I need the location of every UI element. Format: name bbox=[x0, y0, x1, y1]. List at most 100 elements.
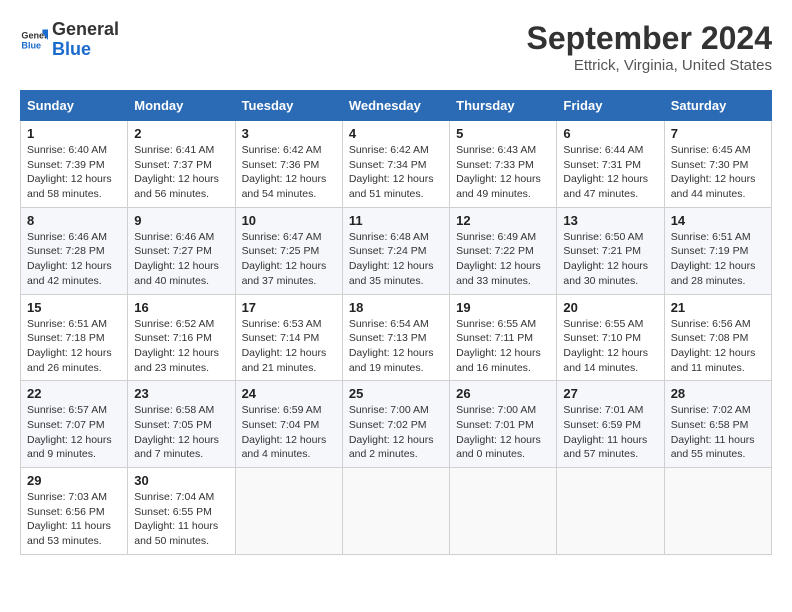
cell-day-number: 9 bbox=[134, 213, 228, 228]
page-subtitle: Ettrick, Virginia, United States bbox=[527, 57, 772, 74]
calendar-cell: 21 Sunrise: 6:56 AM Sunset: 7:08 PM Dayli… bbox=[664, 294, 771, 381]
cell-sun-info: Sunrise: 6:56 AM Sunset: 7:08 PM Dayligh… bbox=[671, 317, 765, 376]
cell-day-number: 30 bbox=[134, 473, 228, 488]
cell-day-number: 15 bbox=[27, 300, 121, 315]
cell-sun-info: Sunrise: 6:48 AM Sunset: 7:24 PM Dayligh… bbox=[349, 230, 443, 289]
calendar-cell: 22 Sunrise: 6:57 AM Sunset: 7:07 PM Dayli… bbox=[21, 381, 128, 468]
col-header-sunday: Sunday bbox=[21, 91, 128, 121]
cell-day-number: 3 bbox=[242, 126, 336, 141]
calendar-week-row: 29 Sunrise: 7:03 AM Sunset: 6:56 PM Dayli… bbox=[21, 468, 772, 555]
calendar-cell: 24Sunrise: 6:59 AM Sunset: 7:04 PM Dayli… bbox=[235, 381, 342, 468]
cell-sun-info: Sunrise: 6:52 AM Sunset: 7:16 PM Dayligh… bbox=[134, 317, 228, 376]
cell-sun-info: Sunrise: 7:00 AM Sunset: 7:02 PM Dayligh… bbox=[349, 403, 443, 462]
cell-day-number: 28 bbox=[671, 386, 765, 401]
calendar-cell: 29 Sunrise: 7:03 AM Sunset: 6:56 PM Dayli… bbox=[21, 468, 128, 555]
cell-sun-info: Sunrise: 6:45 AM Sunset: 7:30 PM Dayligh… bbox=[671, 143, 765, 202]
cell-sun-info: Sunrise: 6:42 AM Sunset: 7:34 PM Dayligh… bbox=[349, 143, 443, 202]
cell-sun-info: Sunrise: 7:01 AM Sunset: 6:59 PM Dayligh… bbox=[563, 403, 657, 462]
cell-sun-info: Sunrise: 6:53 AM Sunset: 7:14 PM Dayligh… bbox=[242, 317, 336, 376]
cell-sun-info: Sunrise: 6:57 AM Sunset: 7:07 PM Dayligh… bbox=[27, 403, 121, 462]
calendar-week-row: 8 Sunrise: 6:46 AM Sunset: 7:28 PM Daylig… bbox=[21, 207, 772, 294]
calendar-cell: 27 Sunrise: 7:01 AM Sunset: 6:59 PM Dayli… bbox=[557, 381, 664, 468]
cell-sun-info: Sunrise: 6:50 AM Sunset: 7:21 PM Dayligh… bbox=[563, 230, 657, 289]
calendar-cell bbox=[557, 468, 664, 555]
cell-sun-info: Sunrise: 6:54 AM Sunset: 7:13 PM Dayligh… bbox=[349, 317, 443, 376]
cell-day-number: 14 bbox=[671, 213, 765, 228]
calendar-cell: 12Sunrise: 6:49 AM Sunset: 7:22 PM Dayli… bbox=[450, 207, 557, 294]
calendar-cell: 8 Sunrise: 6:46 AM Sunset: 7:28 PM Daylig… bbox=[21, 207, 128, 294]
col-header-monday: Monday bbox=[128, 91, 235, 121]
cell-day-number: 23 bbox=[134, 386, 228, 401]
cell-sun-info: Sunrise: 6:47 AM Sunset: 7:25 PM Dayligh… bbox=[242, 230, 336, 289]
col-header-wednesday: Wednesday bbox=[342, 91, 449, 121]
cell-sun-info: Sunrise: 6:55 AM Sunset: 7:10 PM Dayligh… bbox=[563, 317, 657, 376]
cell-day-number: 16 bbox=[134, 300, 228, 315]
cell-day-number: 12 bbox=[456, 213, 550, 228]
cell-day-number: 8 bbox=[27, 213, 121, 228]
cell-day-number: 4 bbox=[349, 126, 443, 141]
calendar-cell: 19Sunrise: 6:55 AM Sunset: 7:11 PM Dayli… bbox=[450, 294, 557, 381]
calendar-cell: 4 Sunrise: 6:42 AM Sunset: 7:34 PM Daylig… bbox=[342, 121, 449, 208]
calendar-cell: 5Sunrise: 6:43 AM Sunset: 7:33 PM Daylig… bbox=[450, 121, 557, 208]
svg-text:Blue: Blue bbox=[21, 40, 41, 50]
cell-sun-info: Sunrise: 6:42 AM Sunset: 7:36 PM Dayligh… bbox=[242, 143, 336, 202]
cell-day-number: 27 bbox=[563, 386, 657, 401]
col-header-thursday: Thursday bbox=[450, 91, 557, 121]
cell-sun-info: Sunrise: 7:00 AM Sunset: 7:01 PM Dayligh… bbox=[456, 403, 550, 462]
cell-sun-info: Sunrise: 6:46 AM Sunset: 7:28 PM Dayligh… bbox=[27, 230, 121, 289]
cell-sun-info: Sunrise: 6:43 AM Sunset: 7:33 PM Dayligh… bbox=[456, 143, 550, 202]
cell-day-number: 29 bbox=[27, 473, 121, 488]
cell-sun-info: Sunrise: 6:46 AM Sunset: 7:27 PM Dayligh… bbox=[134, 230, 228, 289]
calendar-cell: 14Sunrise: 6:51 AM Sunset: 7:19 PM Dayli… bbox=[664, 207, 771, 294]
calendar-cell: 23 Sunrise: 6:58 AM Sunset: 7:05 PM Dayli… bbox=[128, 381, 235, 468]
calendar-cell: 25 Sunrise: 7:00 AM Sunset: 7:02 PM Dayli… bbox=[342, 381, 449, 468]
calendar-cell: 3 Sunrise: 6:42 AM Sunset: 7:36 PM Daylig… bbox=[235, 121, 342, 208]
calendar-cell: 17Sunrise: 6:53 AM Sunset: 7:14 PM Dayli… bbox=[235, 294, 342, 381]
calendar-week-row: 22 Sunrise: 6:57 AM Sunset: 7:07 PM Dayli… bbox=[21, 381, 772, 468]
cell-day-number: 20 bbox=[563, 300, 657, 315]
cell-sun-info: Sunrise: 6:41 AM Sunset: 7:37 PM Dayligh… bbox=[134, 143, 228, 202]
calendar-cell: 15 Sunrise: 6:51 AM Sunset: 7:18 PM Dayli… bbox=[21, 294, 128, 381]
calendar-cell: 7 Sunrise: 6:45 AM Sunset: 7:30 PM Daylig… bbox=[664, 121, 771, 208]
calendar-cell: 11Sunrise: 6:48 AM Sunset: 7:24 PM Dayli… bbox=[342, 207, 449, 294]
calendar-cell: 1Sunrise: 6:40 AM Sunset: 7:39 PM Daylig… bbox=[21, 121, 128, 208]
cell-sun-info: Sunrise: 7:03 AM Sunset: 6:56 PM Dayligh… bbox=[27, 490, 121, 549]
calendar-cell: 9 Sunrise: 6:46 AM Sunset: 7:27 PM Daylig… bbox=[128, 207, 235, 294]
calendar-header-row: SundayMondayTuesdayWednesdayThursdayFrid… bbox=[21, 91, 772, 121]
col-header-friday: Friday bbox=[557, 91, 664, 121]
cell-day-number: 25 bbox=[349, 386, 443, 401]
calendar-cell: 28 Sunrise: 7:02 AM Sunset: 6:58 PM Dayli… bbox=[664, 381, 771, 468]
cell-day-number: 22 bbox=[27, 386, 121, 401]
calendar-cell bbox=[450, 468, 557, 555]
cell-sun-info: Sunrise: 6:55 AM Sunset: 7:11 PM Dayligh… bbox=[456, 317, 550, 376]
calendar-cell: 16 Sunrise: 6:52 AM Sunset: 7:16 PM Dayli… bbox=[128, 294, 235, 381]
page-title: September 2024 bbox=[527, 20, 772, 57]
cell-day-number: 13 bbox=[563, 213, 657, 228]
calendar-week-row: 1Sunrise: 6:40 AM Sunset: 7:39 PM Daylig… bbox=[21, 121, 772, 208]
cell-sun-info: Sunrise: 7:04 AM Sunset: 6:55 PM Dayligh… bbox=[134, 490, 228, 549]
col-header-tuesday: Tuesday bbox=[235, 91, 342, 121]
cell-sun-info: Sunrise: 7:02 AM Sunset: 6:58 PM Dayligh… bbox=[671, 403, 765, 462]
cell-day-number: 7 bbox=[671, 126, 765, 141]
col-header-saturday: Saturday bbox=[664, 91, 771, 121]
page-header: General Blue General Blue September 2024… bbox=[20, 20, 772, 74]
cell-day-number: 21 bbox=[671, 300, 765, 315]
cell-sun-info: Sunrise: 6:51 AM Sunset: 7:18 PM Dayligh… bbox=[27, 317, 121, 376]
calendar-table: SundayMondayTuesdayWednesdayThursdayFrid… bbox=[20, 90, 772, 555]
logo: General Blue General Blue bbox=[20, 20, 119, 60]
cell-day-number: 10 bbox=[242, 213, 336, 228]
calendar-cell: 10 Sunrise: 6:47 AM Sunset: 7:25 PM Dayli… bbox=[235, 207, 342, 294]
cell-day-number: 6 bbox=[563, 126, 657, 141]
calendar-cell: 30 Sunrise: 7:04 AM Sunset: 6:55 PM Dayli… bbox=[128, 468, 235, 555]
calendar-cell bbox=[342, 468, 449, 555]
calendar-cell bbox=[664, 468, 771, 555]
cell-sun-info: Sunrise: 6:58 AM Sunset: 7:05 PM Dayligh… bbox=[134, 403, 228, 462]
calendar-cell: 20 Sunrise: 6:55 AM Sunset: 7:10 PM Dayli… bbox=[557, 294, 664, 381]
cell-day-number: 18 bbox=[349, 300, 443, 315]
calendar-cell: 2Sunrise: 6:41 AM Sunset: 7:37 PM Daylig… bbox=[128, 121, 235, 208]
logo-icon: General Blue bbox=[20, 26, 48, 54]
cell-sun-info: Sunrise: 6:44 AM Sunset: 7:31 PM Dayligh… bbox=[563, 143, 657, 202]
calendar-week-row: 15 Sunrise: 6:51 AM Sunset: 7:18 PM Dayli… bbox=[21, 294, 772, 381]
calendar-cell: 13 Sunrise: 6:50 AM Sunset: 7:21 PM Dayli… bbox=[557, 207, 664, 294]
calendar-cell: 18 Sunrise: 6:54 AM Sunset: 7:13 PM Dayli… bbox=[342, 294, 449, 381]
